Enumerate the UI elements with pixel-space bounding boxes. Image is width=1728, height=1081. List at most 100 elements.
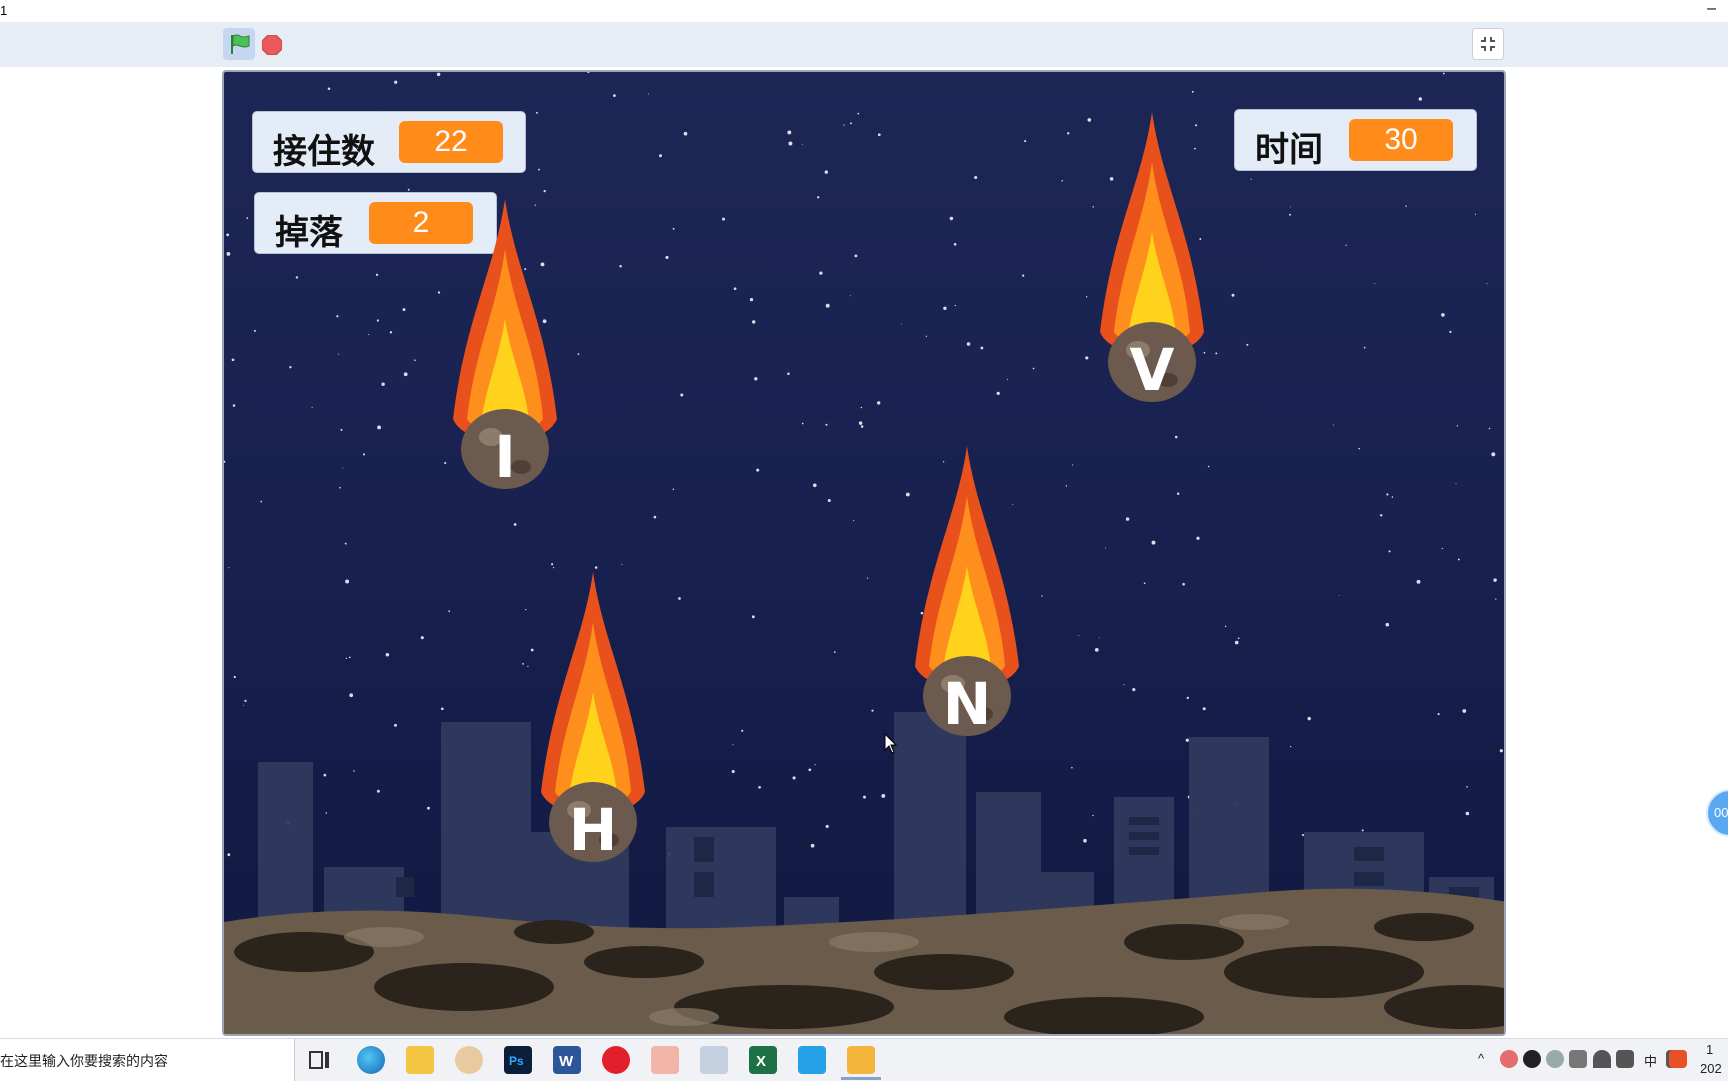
star: [328, 88, 331, 91]
clock-time[interactable]: 1: [1706, 1042, 1713, 1057]
green-flag-button[interactable]: [223, 28, 255, 60]
star: [955, 305, 956, 306]
clock-date[interactable]: 202: [1700, 1061, 1722, 1076]
star: [324, 774, 327, 777]
mouse-cursor-icon: [884, 733, 898, 755]
star: [613, 94, 616, 97]
onedrive-icon[interactable]: [1546, 1050, 1564, 1068]
star: [1419, 97, 1422, 100]
star: [861, 407, 863, 409]
word-icon[interactable]: W: [553, 1046, 581, 1074]
edge-browser-icon[interactable]: [357, 1046, 385, 1074]
star: [544, 190, 546, 192]
meteor-sprite[interactable]: N: [907, 446, 1027, 746]
star: [437, 73, 441, 77]
excel-icon[interactable]: X: [749, 1046, 777, 1074]
star: [1022, 274, 1024, 276]
minimize-button[interactable]: –: [1707, 0, 1716, 18]
photoshop-icon[interactable]: Ps: [504, 1046, 532, 1074]
star: [752, 320, 755, 323]
star: [1105, 548, 1106, 549]
star: [448, 610, 450, 612]
star: [1500, 749, 1503, 752]
stop-button[interactable]: [262, 35, 282, 55]
star: [368, 334, 369, 335]
star: [234, 676, 236, 678]
floating-widget[interactable]: 00: [1706, 789, 1728, 837]
stop-icon: [262, 35, 282, 55]
star: [404, 372, 408, 376]
star: [296, 276, 298, 278]
taskbar-search-box[interactable]: 在这里输入你要搜索的内容: [0, 1039, 295, 1081]
star: [1085, 356, 1088, 359]
star: [754, 377, 757, 380]
meteor-letter: H: [533, 796, 653, 864]
star: [1215, 352, 1217, 354]
star: [1438, 713, 1440, 715]
star: [901, 323, 902, 324]
star: [867, 577, 868, 578]
star: [1358, 448, 1360, 450]
star: [815, 764, 816, 765]
app-icon[interactable]: [455, 1046, 483, 1074]
star: [881, 794, 885, 798]
star: [525, 609, 526, 610]
game-stage[interactable]: 接住数 22 掉落 2 时间 30 I V: [222, 70, 1506, 1036]
star: [1458, 558, 1460, 560]
netease-music-icon[interactable]: [602, 1046, 630, 1074]
tray-display-icon[interactable]: [1569, 1050, 1587, 1068]
star: [1177, 493, 1179, 495]
qq-icon[interactable]: [1523, 1050, 1541, 1068]
taskbar: 在这里输入你要搜索的内容 Ps W X ^ 中 1 202: [0, 1038, 1728, 1081]
volume-icon[interactable]: [1616, 1050, 1634, 1068]
star: [1380, 514, 1382, 516]
star: [527, 666, 528, 667]
star: [438, 291, 440, 293]
star: [1290, 206, 1291, 207]
meteor-sprite[interactable]: V: [1092, 112, 1212, 412]
star: [1339, 595, 1340, 596]
tray-app-icon[interactable]: [1500, 1050, 1518, 1068]
tray-chevron-up-icon[interactable]: ^: [1478, 1051, 1484, 1066]
scratch-app-icon[interactable]: [847, 1046, 875, 1074]
file-explorer-icon[interactable]: [406, 1046, 434, 1074]
sogou-ime-icon[interactable]: [1669, 1050, 1687, 1068]
monitor-caught-label: 接住数: [273, 124, 375, 173]
input-language-indicator[interactable]: 中: [1644, 1051, 1657, 1070]
star: [857, 113, 859, 115]
star: [394, 81, 397, 84]
star: [345, 580, 349, 584]
star: [850, 122, 852, 124]
star: [619, 265, 621, 267]
wifi-icon[interactable]: [1593, 1050, 1611, 1068]
star: [859, 421, 862, 424]
meteor-letter: N: [907, 670, 1027, 738]
meteor-sprite[interactable]: H: [533, 572, 653, 872]
meteor-sprite[interactable]: I: [445, 199, 565, 499]
app-icon[interactable]: [651, 1046, 679, 1074]
star: [828, 499, 831, 502]
star: [826, 825, 829, 828]
star: [819, 271, 822, 274]
star: [1487, 283, 1488, 284]
star: [377, 790, 380, 793]
star: [1187, 697, 1189, 699]
meteor-letter: V: [1092, 336, 1212, 404]
star: [363, 453, 365, 455]
star: [349, 693, 353, 697]
star: [678, 597, 681, 600]
vscode-icon[interactable]: [798, 1046, 826, 1074]
star: [1033, 368, 1035, 370]
star: [381, 382, 384, 385]
star: [522, 663, 524, 665]
star: [1092, 815, 1093, 816]
star: [1086, 296, 1087, 297]
star: [732, 770, 735, 773]
star: [1061, 180, 1063, 182]
task-view-icon[interactable]: [306, 1046, 334, 1074]
fullscreen-exit-button[interactable]: [1472, 28, 1504, 60]
photos-icon[interactable]: [700, 1046, 728, 1074]
star: [326, 812, 328, 814]
star: [1308, 717, 1311, 720]
star: [390, 331, 392, 333]
